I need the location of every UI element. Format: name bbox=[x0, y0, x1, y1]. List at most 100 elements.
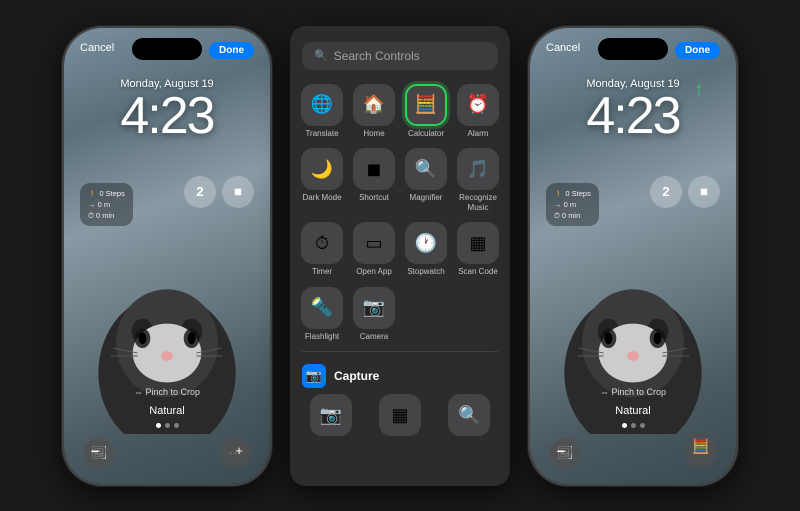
alarm-control[interactable]: ⏰ Alarm bbox=[456, 84, 500, 139]
scancode-control[interactable]: ▦ Scan Code bbox=[456, 222, 500, 277]
darkmode-icon[interactable]: 🌙 bbox=[301, 148, 343, 190]
widget-icon: ⏹ bbox=[222, 176, 254, 208]
recognize-music-label: Recognize Music bbox=[456, 193, 500, 212]
capture-magnifier[interactable]: 🔍 Magnifier bbox=[439, 394, 500, 435]
right-done-button[interactable]: Done bbox=[675, 42, 720, 59]
right-calculator-button[interactable]: 🧮 bbox=[686, 432, 716, 462]
flashlight-icon[interactable]: 🔦 bbox=[301, 287, 343, 329]
capture-scancode[interactable]: ▦ Scan Code bbox=[369, 394, 430, 435]
right-pinch-text: ⇔ Pinch to Crop bbox=[530, 387, 736, 397]
controls-grid-row2: 🌙 Dark Mode ◼ Shortcut 🔍 Magnifier 🎵 Rec… bbox=[290, 148, 510, 212]
alarm-label: Alarm bbox=[468, 129, 489, 139]
capture-section-grid: 📷 Camera ▦ Scan Code 🔍 Magnifier bbox=[290, 394, 510, 435]
capture-magnifier-icon[interactable]: 🔍 bbox=[448, 394, 490, 435]
right-date-display: Monday, August 19 4:23 bbox=[530, 78, 736, 142]
right-dynamic-island bbox=[598, 38, 668, 60]
badge-circle: 2 bbox=[184, 176, 216, 208]
right-dot bbox=[631, 423, 636, 428]
shortcut-control[interactable]: ◼ Shortcut bbox=[352, 148, 396, 212]
flashlight-label: Flashlight bbox=[305, 332, 339, 342]
right-minus-button[interactable]: − bbox=[550, 440, 572, 462]
stopwatch-control[interactable]: 🕐 Stopwatch bbox=[404, 222, 448, 277]
shortcut-label: Shortcut bbox=[359, 193, 389, 203]
steps-widget: 🚶 0 Steps→ 0 m⏱ 0 min bbox=[80, 183, 133, 227]
dot-active bbox=[156, 423, 161, 428]
darkmode-label: Dark Mode bbox=[302, 193, 341, 203]
dynamic-island bbox=[132, 38, 202, 60]
darkmode-control[interactable]: 🌙 Dark Mode bbox=[300, 148, 344, 212]
translate-label: Translate bbox=[305, 129, 338, 139]
capture-section-header: 📷 Capture bbox=[290, 356, 510, 394]
steps-text: 🚶 0 Steps→ 0 m⏱ 0 min bbox=[88, 188, 125, 222]
alarm-icon[interactable]: ⏰ bbox=[457, 84, 499, 126]
magnifier-icon[interactable]: 🔍 bbox=[405, 148, 447, 190]
left-phone-screen: Cancel Done Monday, August 19 4:23 🚶 0 S… bbox=[64, 28, 270, 484]
camera-control[interactable]: 📷 Camera bbox=[352, 287, 396, 342]
dot bbox=[165, 423, 170, 428]
translate-control[interactable]: 🌐 Translate bbox=[300, 84, 344, 139]
right-wallpaper-label: Natural bbox=[530, 405, 736, 417]
right-dot bbox=[640, 423, 645, 428]
timer-control[interactable]: ⏱ Timer bbox=[300, 222, 344, 277]
right-phone: ↑ Cancel Done Monday, August 19 4:23 🚶 0… bbox=[528, 26, 738, 486]
right-badge-circle: 2 bbox=[650, 176, 682, 208]
bottom-bar: ⇔ Pinch to Crop Natural 🖼 ··· bbox=[64, 387, 270, 484]
camera-icon[interactable]: 📷 bbox=[353, 287, 395, 329]
date-display: Monday, August 19 4:23 bbox=[64, 78, 270, 142]
openapp-control[interactable]: ▭ Open App bbox=[352, 222, 396, 277]
home-control[interactable]: 🏠 Home bbox=[352, 84, 396, 139]
controls-grid-row4: 🔦 Flashlight 📷 Camera bbox=[290, 287, 510, 342]
left-phone: Cancel Done Monday, August 19 4:23 🚶 0 S… bbox=[62, 26, 272, 486]
middle-panel: 🔍 Search Controls 🌐 Translate 🏠 Home 🧮 C… bbox=[290, 26, 510, 486]
right-cancel-button[interactable]: Cancel bbox=[546, 42, 580, 59]
capture-camera[interactable]: 📷 Camera bbox=[300, 394, 361, 435]
capture-section-title: Capture bbox=[334, 369, 379, 383]
search-placeholder: Search Controls bbox=[334, 49, 420, 63]
magnifier-label: Magnifier bbox=[410, 193, 443, 203]
right-phone-screen: Cancel Done Monday, August 19 4:23 🚶 0 S… bbox=[530, 28, 736, 484]
flashlight-control[interactable]: 🔦 Flashlight bbox=[300, 287, 344, 342]
openapp-label: Open App bbox=[356, 267, 392, 277]
calculator-icon[interactable]: 🧮 bbox=[405, 84, 447, 126]
openapp-icon[interactable]: ▭ bbox=[353, 222, 395, 264]
home-label: Home bbox=[363, 129, 384, 139]
divider-1 bbox=[302, 351, 498, 352]
dots-row bbox=[64, 423, 270, 428]
scancode-label: Scan Code bbox=[458, 267, 498, 277]
green-arrow-indicator: ↑ bbox=[694, 80, 704, 100]
right-steps-text: 🚶 0 Steps→ 0 m⏱ 0 min bbox=[554, 188, 591, 222]
controls-scroll[interactable]: 🔍 Search Controls 🌐 Translate 🏠 Home 🧮 C… bbox=[290, 26, 510, 436]
shortcut-icon[interactable]: ◼ bbox=[353, 148, 395, 190]
right-time-text: 4:23 bbox=[530, 90, 736, 142]
right-widgets: 2 ⏹ bbox=[184, 176, 254, 208]
calculator-control[interactable]: 🧮 Calculator bbox=[404, 84, 448, 139]
wallpaper-label: Natural bbox=[64, 405, 270, 417]
timer-label: Timer bbox=[312, 267, 332, 277]
capture-scancode-icon[interactable]: ▦ bbox=[379, 394, 421, 435]
calculator-label: Calculator bbox=[408, 129, 444, 139]
time-text: 4:23 bbox=[64, 90, 270, 142]
camera-label: Camera bbox=[360, 332, 388, 342]
right-widget-icon: ⏹ bbox=[688, 176, 720, 208]
stopwatch-icon[interactable]: 🕐 bbox=[405, 222, 447, 264]
search-icon: 🔍 bbox=[314, 49, 328, 62]
translate-icon[interactable]: 🌐 bbox=[301, 84, 343, 126]
controls-grid-row1: 🌐 Translate 🏠 Home 🧮 Calculator ⏰ Alarm bbox=[290, 84, 510, 139]
dot bbox=[174, 423, 179, 428]
minus-button-left[interactable]: − bbox=[84, 440, 106, 462]
capture-camera-icon[interactable]: 📷 bbox=[310, 394, 352, 435]
recognize-music-control[interactable]: 🎵 Recognize Music bbox=[456, 148, 500, 212]
timer-icon[interactable]: ⏱ bbox=[301, 222, 343, 264]
done-button[interactable]: Done bbox=[209, 42, 254, 59]
right-steps-widget: 🚶 0 Steps→ 0 m⏱ 0 min bbox=[546, 183, 599, 227]
right-right-widgets: 2 ⏹ bbox=[650, 176, 720, 208]
home-icon[interactable]: 🏠 bbox=[353, 84, 395, 126]
magnifier-control[interactable]: 🔍 Magnifier bbox=[404, 148, 448, 212]
cancel-button[interactable]: Cancel bbox=[80, 42, 114, 59]
pinch-text: ⇔ Pinch to Crop bbox=[64, 387, 270, 397]
recognize-music-icon[interactable]: 🎵 bbox=[457, 148, 499, 190]
capture-section-icon: 📷 bbox=[302, 364, 326, 388]
add-button[interactable]: + bbox=[228, 440, 250, 462]
scancode-icon[interactable]: ▦ bbox=[457, 222, 499, 264]
search-bar[interactable]: 🔍 Search Controls bbox=[302, 42, 498, 70]
